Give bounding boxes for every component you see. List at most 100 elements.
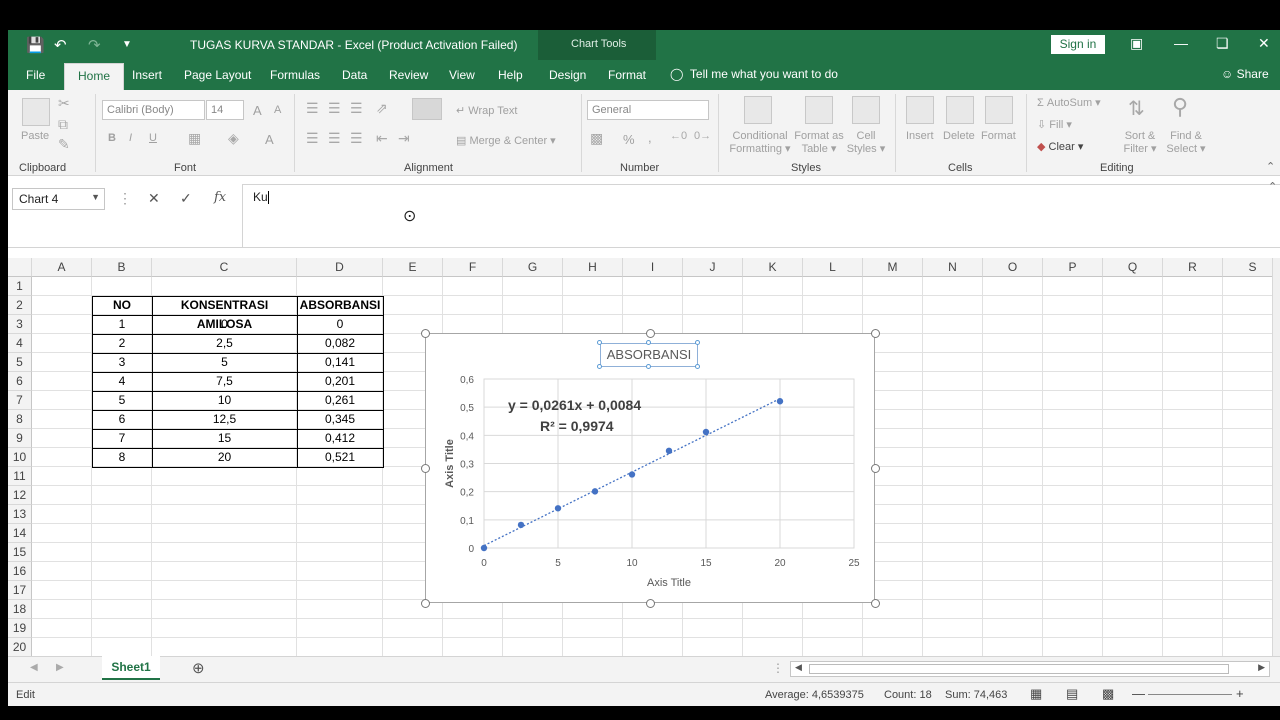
column-header[interactable]: D — [297, 258, 383, 277]
conditional-formatting-button[interactable]: Conditional Formatting ▾ — [729, 130, 791, 155]
table-cell[interactable]: 8 — [92, 448, 152, 467]
column-header[interactable]: G — [503, 258, 563, 277]
font-size-select[interactable]: 14 — [206, 100, 244, 120]
format-as-table-button[interactable]: Format as Table ▾ — [793, 130, 845, 155]
insert-cells-button[interactable]: Insert — [906, 130, 934, 142]
zoom-slider[interactable] — [1148, 694, 1232, 695]
text-direction-button[interactable] — [412, 98, 442, 120]
table-cell[interactable]: 5 — [92, 391, 152, 410]
table-cell[interactable]: 0 — [297, 315, 383, 334]
italic-button[interactable]: I — [129, 132, 132, 144]
table-cell[interactable]: 1 — [92, 315, 152, 334]
table-header-cell[interactable]: ABSORBANSI — [297, 296, 383, 315]
comma-button[interactable]: , — [648, 130, 652, 145]
column-header[interactable]: H — [563, 258, 623, 277]
row-header[interactable]: 2 — [8, 296, 32, 315]
table-cell[interactable]: 4 — [92, 372, 152, 391]
share-button[interactable]: ☺ Share — [1221, 67, 1269, 81]
minimize-icon[interactable]: — — [1174, 35, 1188, 51]
table-cell[interactable]: 10 — [152, 391, 297, 410]
fill-color-icon[interactable]: ◈ — [228, 130, 239, 147]
column-header[interactable]: A — [32, 258, 92, 277]
row-header[interactable]: 15 — [8, 543, 32, 562]
percent-button[interactable]: % — [623, 132, 635, 147]
tab-file[interactable]: File — [26, 68, 45, 82]
customize-toolbar-icon[interactable]: ▼ — [122, 39, 132, 50]
scatter-plot[interactable]: 0 0,1 0,2 0,3 0,4 0,5 0,6 0 5 10 15 20 25 y = 0,0261x… — [426, 334, 876, 604]
wrap-text-button[interactable]: ↵ Wrap Text — [456, 104, 517, 117]
format-painter-icon[interactable]: ✎ — [58, 136, 70, 153]
restore-icon[interactable]: ❏ — [1216, 35, 1229, 52]
zoom-in-icon[interactable]: + — [1236, 686, 1244, 701]
format-cells-button[interactable]: Format — [981, 130, 1016, 142]
column-header[interactable]: F — [443, 258, 503, 277]
table-cell[interactable]: 3 — [92, 353, 152, 372]
sheet-tab-sheet1[interactable]: Sheet1 — [102, 656, 160, 680]
row-header[interactable]: 3 — [8, 315, 32, 334]
delete-cells-button[interactable]: Delete — [943, 130, 975, 142]
fill-button[interactable]: ⇩ Fill ▾ — [1037, 118, 1072, 131]
table-cell[interactable]: 0,141 — [297, 353, 383, 372]
column-header[interactable]: I — [623, 258, 683, 277]
prev-sheet-icon[interactable]: ◀ — [30, 662, 38, 673]
paste-button[interactable]: Paste — [21, 130, 49, 142]
column-header[interactable]: C — [152, 258, 297, 277]
cut-icon[interactable]: ✂ — [58, 95, 70, 112]
tab-home[interactable]: Home — [64, 63, 125, 90]
vertical-scrollbar[interactable] — [1272, 258, 1280, 656]
data-point[interactable] — [591, 488, 599, 495]
align-middle-icon[interactable]: ☰ — [328, 100, 341, 117]
tab-format[interactable]: Format — [608, 68, 646, 82]
currency-icon[interactable]: ▩ — [590, 130, 603, 147]
chart-area[interactable]: ABSORBANSI 0 0,1 0,2 0,3 0,4 0,5 0,6 0 5 10 15 20 25 y… — [421, 329, 880, 608]
underline-button[interactable]: U — [149, 132, 157, 144]
new-sheet-icon[interactable]: ⊕ — [192, 659, 205, 677]
expand-formula-bar-icon[interactable]: ⌃ — [1268, 180, 1277, 193]
ribbon-display-options-icon[interactable]: ▣ — [1130, 35, 1143, 52]
data-point[interactable] — [702, 428, 710, 436]
close-icon[interactable]: ✕ — [1258, 35, 1270, 52]
row-header[interactable]: 4 — [8, 334, 32, 353]
merge-center-button[interactable]: ▤ Merge & Center ▾ — [456, 134, 556, 147]
table-cell[interactable]: 0,412 — [297, 429, 383, 448]
column-header[interactable]: Q — [1103, 258, 1163, 277]
font-color-button[interactable]: A — [265, 132, 274, 147]
table-cell[interactable]: 2 — [92, 334, 152, 353]
column-header[interactable]: P — [1043, 258, 1103, 277]
table-cell[interactable]: 6 — [92, 410, 152, 429]
tab-help[interactable]: Help — [498, 68, 523, 82]
find-select-button[interactable]: Find & Select ▾ — [1166, 130, 1206, 155]
tab-design[interactable]: Design — [549, 68, 586, 82]
table-cell[interactable]: 2,5 — [152, 334, 297, 353]
y-axis-title[interactable]: Axis Title — [444, 439, 456, 488]
data-point[interactable] — [517, 521, 525, 529]
decrease-decimal-icon[interactable]: 0→ — [694, 130, 711, 142]
row-header[interactable]: 9 — [8, 429, 32, 448]
collapse-ribbon-icon[interactable]: ⌃ — [1266, 160, 1275, 173]
row-header[interactable]: 10 — [8, 448, 32, 467]
increase-indent-icon[interactable]: ⇥ — [398, 130, 410, 147]
font-name-select[interactable]: Calibri (Body) — [102, 100, 205, 120]
borders-icon[interactable]: ▦ — [188, 130, 201, 147]
column-header[interactable]: E — [383, 258, 443, 277]
clear-button[interactable]: ◆ Clear ▾ — [1037, 140, 1083, 153]
data-point[interactable] — [628, 471, 636, 478]
column-header[interactable]: N — [923, 258, 983, 277]
align-right-icon[interactable]: ☰ — [350, 130, 363, 147]
row-header[interactable]: 14 — [8, 524, 32, 543]
row-header[interactable]: 16 — [8, 562, 32, 581]
tab-review[interactable]: Review — [389, 68, 428, 82]
table-cell[interactable]: 0,345 — [297, 410, 383, 429]
row-header[interactable]: 17 — [8, 581, 32, 600]
orientation-icon[interactable]: ⇗ — [376, 100, 388, 117]
undo-icon[interactable]: ↶ — [54, 36, 67, 54]
tab-view[interactable]: View — [449, 68, 475, 82]
chevron-down-icon[interactable]: ▼ — [91, 192, 100, 202]
row-header[interactable]: 11 — [8, 467, 32, 486]
formula-input[interactable]: Ku — [242, 184, 1280, 248]
data-point[interactable] — [554, 505, 562, 512]
tab-page-layout[interactable]: Page Layout — [184, 68, 251, 82]
tab-data[interactable]: Data — [342, 68, 367, 82]
align-left-icon[interactable]: ☰ — [306, 130, 319, 147]
row-header[interactable]: 5 — [8, 353, 32, 372]
